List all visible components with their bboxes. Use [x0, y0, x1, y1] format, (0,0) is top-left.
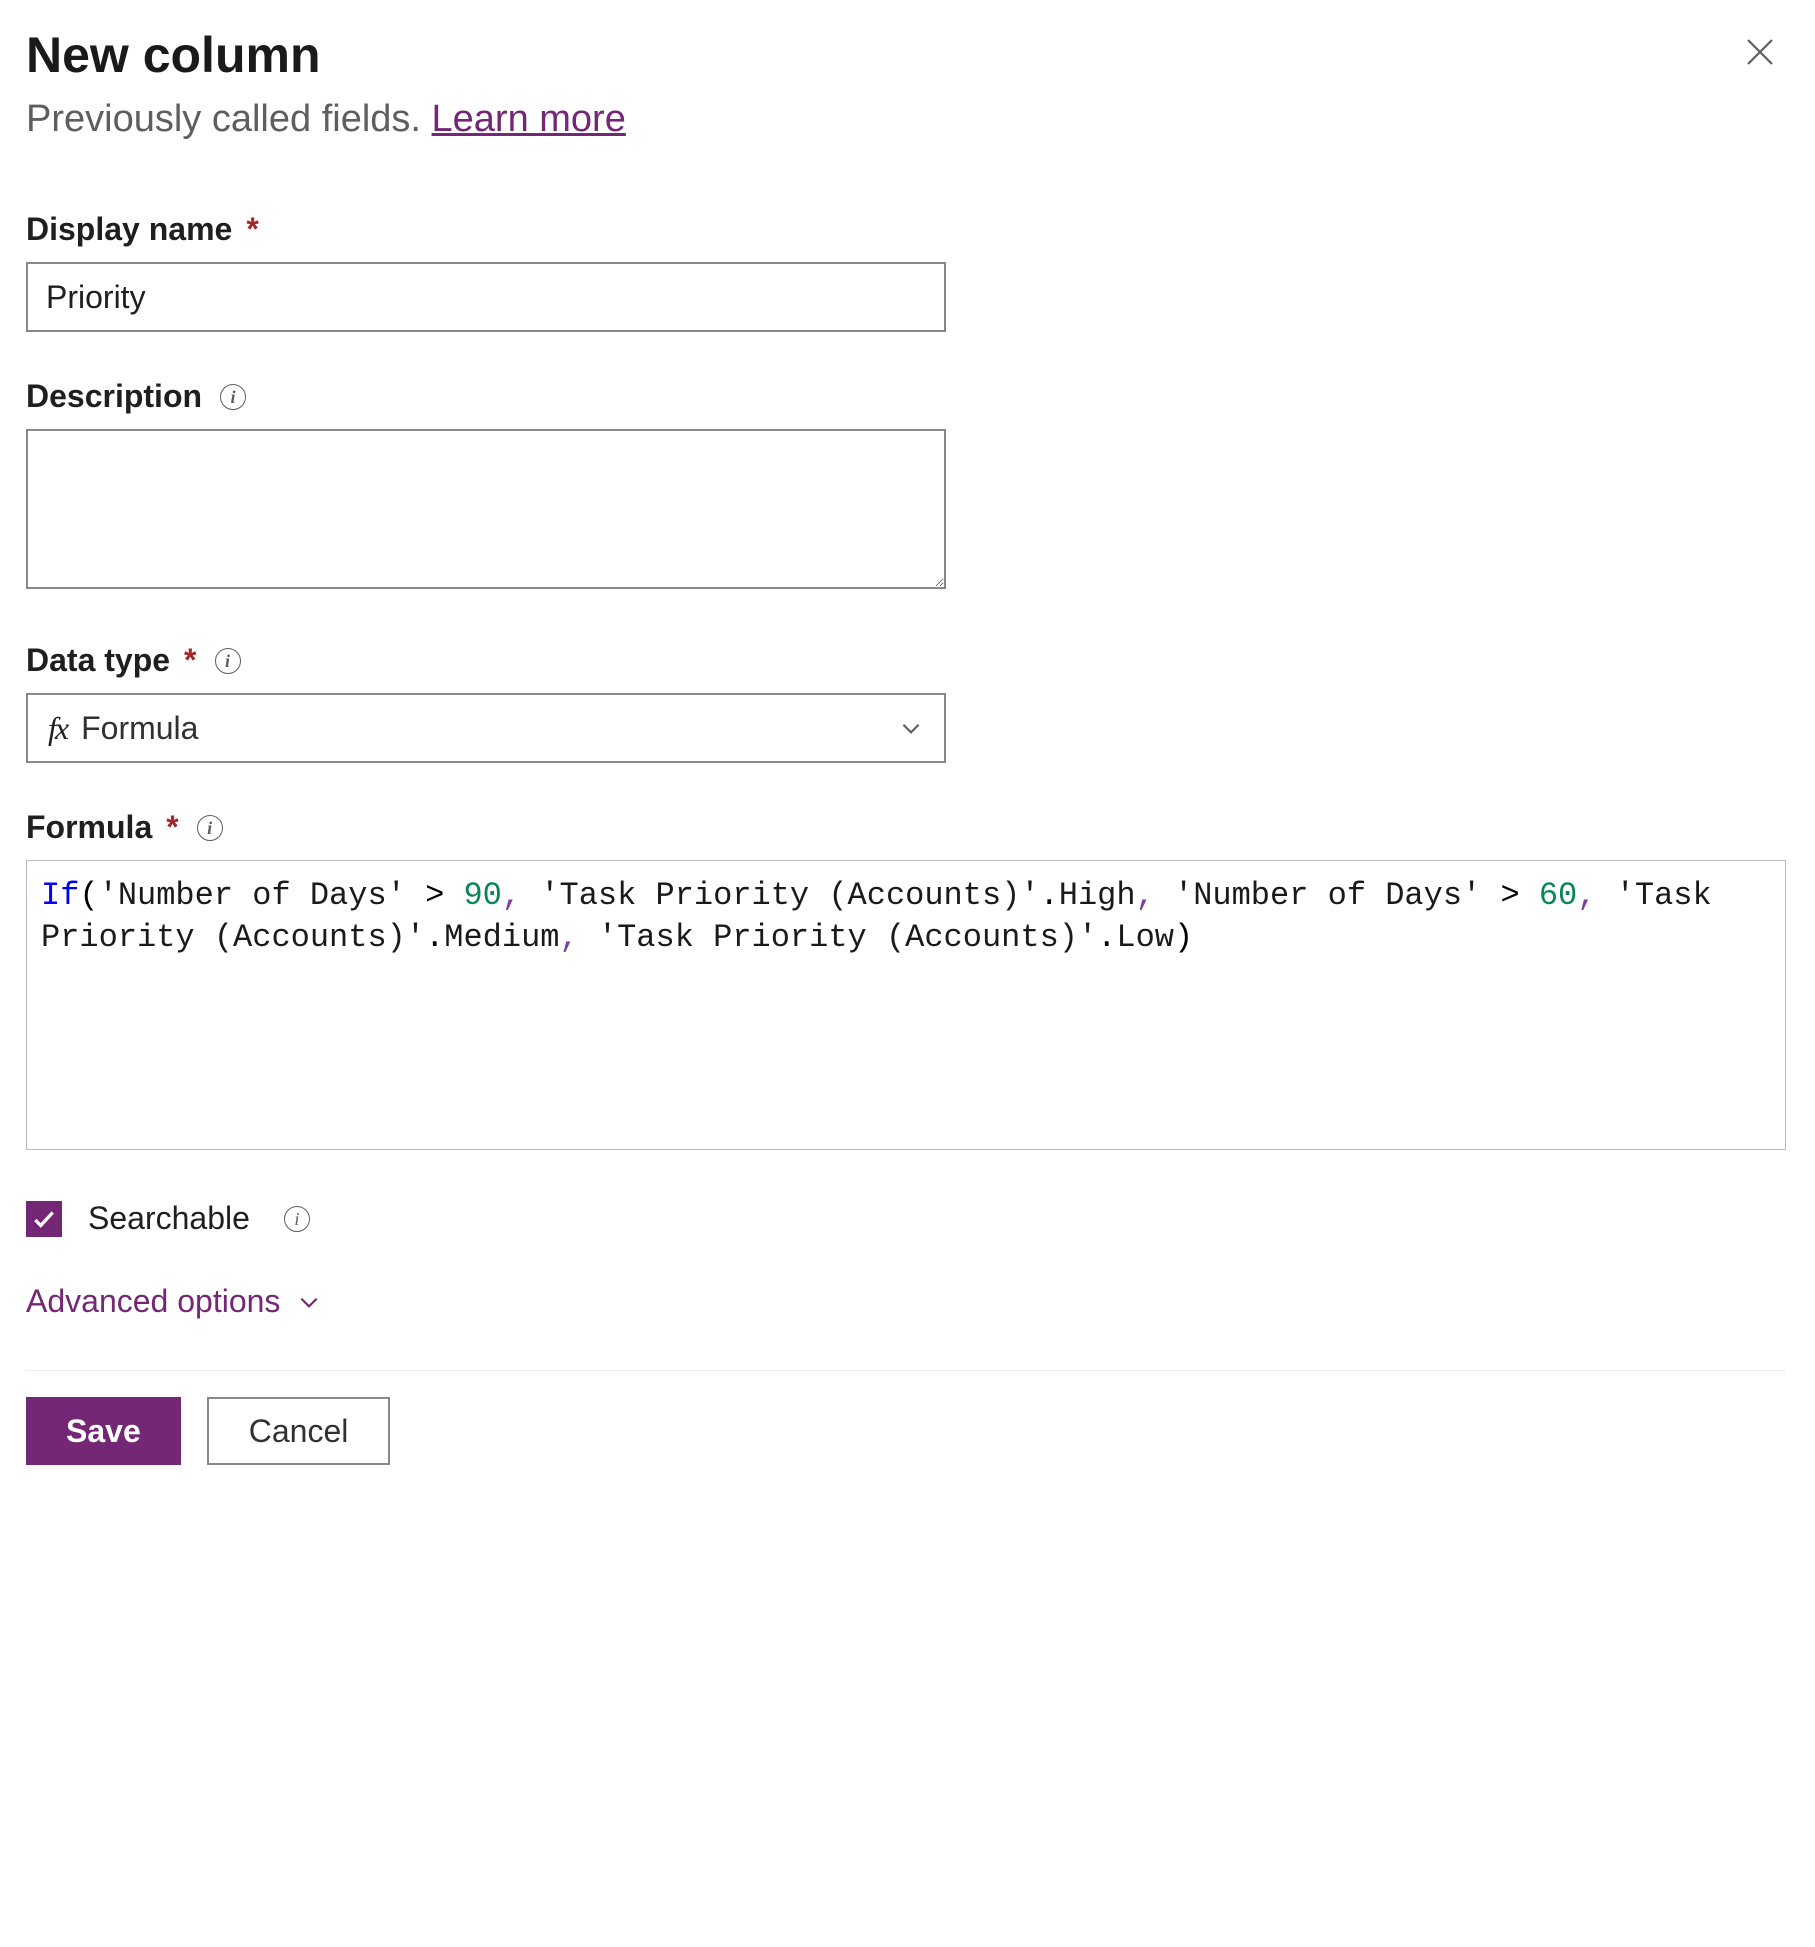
chevron-down-icon — [898, 715, 924, 741]
description-input[interactable] — [26, 429, 946, 589]
formula-field: Formula * i If('Number of Days' > 90, 'Ta… — [26, 809, 1786, 1150]
info-icon[interactable]: i — [284, 1206, 310, 1232]
data-type-label: Data type — [26, 642, 170, 679]
chevron-down-icon — [296, 1289, 322, 1315]
searchable-label: Searchable — [88, 1200, 250, 1237]
data-type-value: Formula — [81, 710, 198, 747]
formula-label: Formula — [26, 809, 152, 846]
panel-title: New column — [26, 26, 626, 84]
formula-input[interactable]: If('Number of Days' > 90, 'Task Priority… — [26, 860, 1786, 1150]
checkmark-icon — [31, 1206, 57, 1232]
panel-header: New column Previously called fields. Lea… — [26, 26, 1786, 211]
data-type-select[interactable]: fx Formula — [26, 693, 946, 763]
panel-footer: Save Cancel — [26, 1370, 1786, 1505]
learn-more-link[interactable]: Learn more — [432, 98, 626, 140]
advanced-options-toggle[interactable]: Advanced options — [26, 1283, 1786, 1320]
panel-subtitle: Previously called fields. Learn more — [26, 98, 626, 141]
display-name-label: Display name — [26, 211, 232, 248]
description-field: Description i — [26, 378, 1786, 596]
save-button[interactable]: Save — [26, 1397, 181, 1465]
advanced-options-label: Advanced options — [26, 1283, 280, 1320]
required-indicator: * — [184, 642, 196, 679]
description-label: Description — [26, 378, 202, 415]
info-icon[interactable]: i — [215, 648, 241, 674]
cancel-button[interactable]: Cancel — [207, 1397, 391, 1465]
required-indicator: * — [246, 211, 258, 248]
data-type-field: Data type * i fx Formula — [26, 642, 1786, 763]
required-indicator: * — [166, 809, 178, 846]
searchable-checkbox[interactable] — [26, 1201, 62, 1237]
new-column-panel: New column Previously called fields. Lea… — [26, 26, 1786, 1505]
info-icon[interactable]: i — [197, 815, 223, 841]
close-button[interactable] — [1734, 26, 1786, 78]
display-name-field: Display name * — [26, 211, 1786, 332]
display-name-input[interactable] — [26, 262, 946, 332]
info-icon[interactable]: i — [220, 384, 246, 410]
formula-icon: fx — [48, 710, 67, 747]
searchable-row: Searchable i — [26, 1200, 1786, 1237]
close-icon — [1742, 34, 1778, 70]
